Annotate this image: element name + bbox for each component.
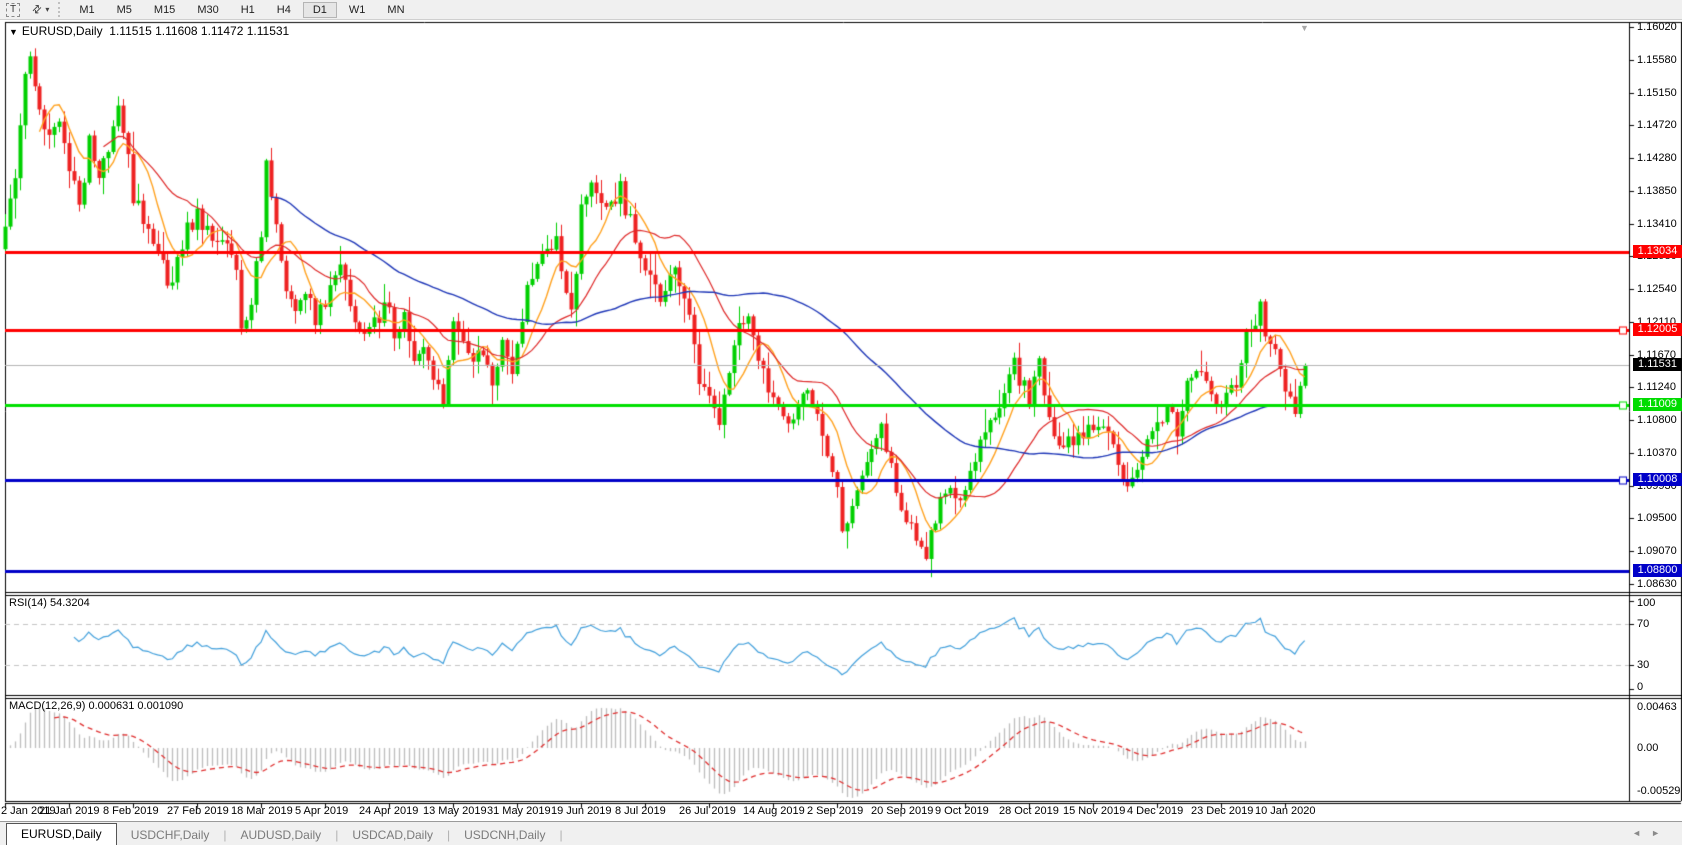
date-tick: 26 Jul 2019 [679, 805, 736, 817]
date-tick: 8 Feb 2019 [103, 805, 159, 817]
date-tick: 4 Dec 2019 [1127, 805, 1183, 817]
date-tick: 8 Jul 2019 [615, 805, 666, 817]
date-tick: 19 Jun 2019 [551, 805, 612, 817]
scroll-left-icon[interactable]: ◄ [1632, 828, 1651, 838]
price-level-label[interactable]: 1.13034 [1633, 245, 1682, 258]
chart-overlays: 1.16020 1.15580 1.15150 1.14720 1.14280 1.138… [0, 0, 1682, 844]
price-tick: 1.09070 [1637, 545, 1677, 557]
current-price-label[interactable]: 1.11531 [1633, 358, 1682, 371]
text-tool-icon: T [6, 3, 20, 17]
timeframe-button-h1[interactable]: H1 [231, 2, 265, 18]
date-tick: 21 Jan 2019 [39, 805, 100, 817]
macd-axis-tick: 0.00 [1637, 742, 1658, 754]
timeframe-buttons: M1M5M15M30H1H4D1W1MN [68, 2, 415, 18]
date-tick: 10 Jan 2020 [1255, 805, 1316, 817]
price-level-label[interactable]: 1.08800 [1633, 564, 1682, 577]
price-level-label[interactable]: 1.11009 [1633, 398, 1682, 411]
tab-usdchf[interactable]: USDCHF,Daily [117, 825, 224, 845]
tab-scroll-arrows: ◄► [1632, 828, 1670, 838]
scroll-right-icon[interactable]: ► [1651, 828, 1670, 838]
dropdown-caret-icon: ▾ [45, 5, 49, 14]
toolbar-separator [58, 2, 65, 17]
timeframe-button-m5[interactable]: M5 [107, 2, 142, 18]
collapse-icon[interactable]: ▼ [9, 27, 18, 37]
price-tick: 1.10800 [1637, 414, 1677, 426]
diagonal-arrows-icon: ⇅ [29, 2, 45, 18]
timeframe-button-m15[interactable]: M15 [144, 2, 185, 18]
tab-separator: | [559, 825, 562, 845]
price-tick: 1.15580 [1637, 54, 1677, 66]
date-tick: 28 Oct 2019 [999, 805, 1059, 817]
price-tick: 1.16020 [1637, 21, 1677, 33]
rsi-axis-tick: 100 [1637, 597, 1655, 609]
tab-eurusd[interactable]: EURUSD,Daily [6, 823, 117, 845]
chart-title: ▼ EURUSD,Daily 1.11515 1.11608 1.11472 1.… [9, 24, 289, 38]
text-tool-button[interactable]: T [0, 1, 26, 18]
date-tick: 5 Apr 2019 [295, 805, 348, 817]
date-tick: 13 May 2019 [423, 805, 487, 817]
tab-usdcnh[interactable]: USDCNH,Daily [450, 825, 559, 845]
date-tick: 31 May 2019 [487, 805, 551, 817]
date-tick: 15 Nov 2019 [1063, 805, 1125, 817]
rsi-label: RSI(14) 54.3204 [9, 597, 90, 609]
macd-axis-tick: -0.00529 [1637, 785, 1680, 797]
date-tick: 9 Oct 2019 [935, 805, 989, 817]
macd-axis-tick: 0.00463 [1637, 701, 1677, 713]
price-tick: 1.12540 [1637, 283, 1677, 295]
date-tick: 23 Dec 2019 [1191, 805, 1253, 817]
date-tick: 2 Sep 2019 [807, 805, 863, 817]
timeframe-button-mn[interactable]: MN [377, 2, 414, 18]
date-tick: 24 Apr 2019 [359, 805, 418, 817]
price-tick: 1.14720 [1637, 119, 1677, 131]
timeframe-button-m30[interactable]: M30 [187, 2, 228, 18]
price-tick: 1.15150 [1637, 87, 1677, 99]
timeframe-button-d1[interactable]: D1 [303, 2, 337, 18]
price-level-label[interactable]: 1.10008 [1633, 473, 1682, 486]
chart-title-symbol: EURUSD,Daily [22, 24, 103, 38]
price-tick: 1.09500 [1637, 512, 1677, 524]
price-tick: 1.10370 [1637, 447, 1677, 459]
price-tick: 1.14280 [1637, 152, 1677, 164]
rsi-axis-tick: 70 [1637, 618, 1649, 630]
price-level-label[interactable]: 1.12005 [1633, 323, 1682, 336]
chart-tabs: EURUSD,DailyUSDCHF,Daily|AUDUSD,Daily|US… [0, 821, 1682, 845]
timeframe-button-m1[interactable]: M1 [69, 2, 104, 18]
tab-usdcad[interactable]: USDCAD,Daily [338, 825, 447, 845]
price-tick: 1.13410 [1637, 218, 1677, 230]
tab-list: EURUSD,DailyUSDCHF,Daily|AUDUSD,Daily|US… [0, 823, 563, 845]
toolbar: T ⇅ ▾ M1M5M15M30H1H4D1W1MN [0, 0, 1682, 20]
macd-label: MACD(12,26,9) 0.000631 0.001090 [9, 700, 183, 712]
date-tick: 20 Sep 2019 [871, 805, 933, 817]
date-tick: 14 Aug 2019 [743, 805, 805, 817]
cursor-tool-button[interactable]: ⇅ ▾ [26, 1, 55, 18]
date-tick: 18 Mar 2019 [231, 805, 293, 817]
timeframe-button-h4[interactable]: H4 [267, 2, 301, 18]
price-tick: 1.11240 [1637, 381, 1676, 393]
timeframe-button-w1[interactable]: W1 [339, 2, 376, 18]
chart-title-ohlc: 1.11515 1.11608 1.11472 1.11531 [109, 24, 289, 38]
date-tick: 27 Feb 2019 [167, 805, 229, 817]
tab-audusd[interactable]: AUDUSD,Daily [227, 825, 336, 845]
rsi-axis-tick: 0 [1637, 681, 1643, 693]
rsi-axis-tick: 30 [1637, 659, 1649, 671]
price-tick: 1.13850 [1637, 185, 1677, 197]
price-tick: 1.08630 [1637, 578, 1677, 590]
